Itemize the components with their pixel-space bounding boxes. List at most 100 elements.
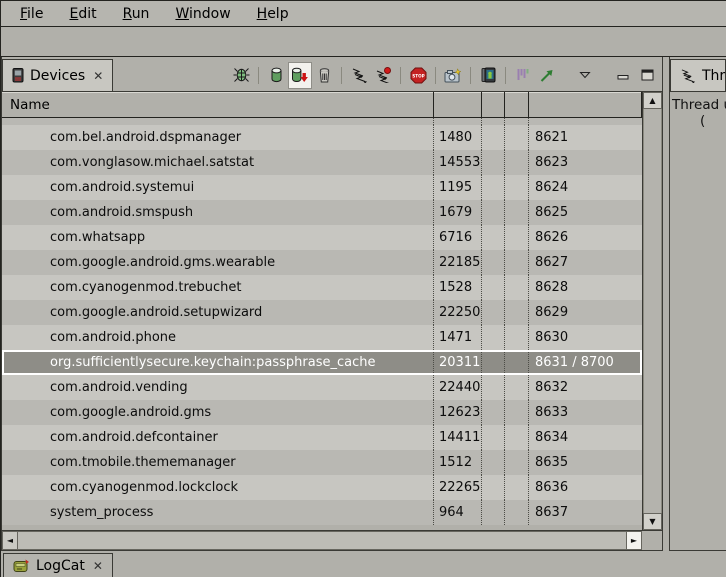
- column-header-name[interactable]: Name: [2, 92, 434, 117]
- threads-message: Thread up (: [670, 91, 726, 550]
- process-pid: 1679: [434, 200, 482, 225]
- column-header-port[interactable]: [529, 92, 642, 117]
- threads-tab-row: Threads: [670, 57, 726, 91]
- empty-cell: [505, 275, 529, 300]
- empty-cell: [505, 118, 529, 125]
- process-port: 8636: [529, 475, 642, 500]
- process-row[interactable]: com.vonglasow.michael.satstat 14553 8623: [2, 150, 642, 175]
- menu-item[interactable]: File: [7, 4, 56, 24]
- table-body: com.bel.android.dspmanager 1480 8621 com…: [2, 118, 642, 530]
- process-row[interactable]: com.whatsapp 6716 8626: [2, 225, 642, 250]
- column-header-pid[interactable]: [434, 92, 482, 117]
- empty-cell: [482, 175, 505, 200]
- empty-cell: [482, 225, 505, 250]
- empty-cell: [505, 250, 529, 275]
- view-menu-button[interactable]: [573, 62, 597, 89]
- column-header-empty[interactable]: [505, 92, 529, 117]
- process-row[interactable]: com.android.phone 1471 8630: [2, 325, 642, 350]
- process-row[interactable]: com.cyanogenmod.lockclock 22265 8636: [2, 475, 642, 500]
- process-pid: 1528: [434, 275, 482, 300]
- dump-hprof-button[interactable]: [288, 62, 312, 89]
- empty-cell: [505, 425, 529, 450]
- empty-cell: [529, 118, 642, 125]
- process-name: com.vonglasow.michael.satstat: [2, 150, 434, 175]
- process-row[interactable]: com.android.systemui 1195 8624: [2, 175, 642, 200]
- logcat-bar: LogCat ✕: [1, 551, 726, 577]
- tab-logcat[interactable]: LogCat ✕: [3, 553, 113, 577]
- process-name: com.google.android.gms.wearable: [2, 250, 434, 275]
- process-port: 8630: [529, 325, 642, 350]
- process-row[interactable]: com.android.smspush 1679 8625: [2, 200, 642, 225]
- process-row[interactable]: com.tmobile.thememanager 1512 8635: [2, 450, 642, 475]
- scrollbar-corner: [642, 531, 662, 550]
- process-row[interactable]: system_process 964 8637: [2, 500, 642, 525]
- empty-cell: [505, 375, 529, 400]
- menu-item[interactable]: Help: [244, 4, 302, 24]
- scroll-right-button[interactable]: ►: [626, 531, 642, 550]
- process-row[interactable]: com.cyanogenmod.trebuchet 1528 8628: [2, 275, 642, 300]
- empty-cell: [482, 118, 505, 125]
- scroll-down-button[interactable]: ▼: [643, 513, 662, 530]
- cause-gc-button[interactable]: [312, 62, 336, 89]
- process-row[interactable]: org.sufficientlysecure.keychain:passphra…: [2, 350, 642, 375]
- empty-cell: [434, 118, 482, 125]
- empty-cell: [505, 325, 529, 350]
- menu-item[interactable]: Window: [162, 4, 243, 24]
- empty-cell: [505, 500, 529, 525]
- green-arrow-icon: [539, 68, 555, 83]
- maximize-button[interactable]: [635, 62, 659, 89]
- process-row[interactable]: com.android.defcontainer 14411 8634: [2, 425, 642, 450]
- empty-cell: [482, 300, 505, 325]
- threads-message-line1: Thread up: [670, 97, 726, 113]
- scroll-up-button[interactable]: ▲: [643, 92, 662, 109]
- empty-cell: [482, 375, 505, 400]
- vertical-scrollbar[interactable]: ▲ ▼: [642, 92, 662, 530]
- stop-process-button[interactable]: STOP: [406, 62, 430, 89]
- process-row[interactable]: com.bel.android.dspmanager 1480 8621: [2, 125, 642, 150]
- toolbar-separator: [505, 67, 506, 84]
- process-row[interactable]: com.android.vending 22440 8632: [2, 375, 642, 400]
- device-view-button[interactable]: [476, 62, 500, 89]
- menu-item[interactable]: Run: [110, 4, 163, 24]
- minimize-button[interactable]: [611, 62, 635, 89]
- tab-devices-label: Devices: [30, 68, 85, 84]
- toolbar-strip: [1, 27, 726, 57]
- debug-process-button[interactable]: [229, 62, 253, 89]
- horizontal-scroll-thumb[interactable]: [18, 531, 626, 550]
- menu-item[interactable]: Edit: [56, 4, 109, 24]
- devices-toolbar: STOP: [229, 59, 662, 91]
- process-port: 8628: [529, 275, 642, 300]
- process-port: 8623: [529, 150, 642, 175]
- update-threads-button[interactable]: [347, 62, 371, 89]
- threads-profiling-icon: [375, 67, 392, 83]
- process-row[interactable]: com.google.android.gms.wearable 22185 86…: [2, 250, 642, 275]
- horizontal-scrollbar[interactable]: ◄ ►: [2, 531, 642, 550]
- empty-cell: [482, 125, 505, 150]
- empty-cell: [2, 118, 434, 125]
- tab-threads[interactable]: Threads: [670, 59, 726, 91]
- process-pid: 14411: [434, 425, 482, 450]
- empty-cell: [482, 275, 505, 300]
- tracking-button[interactable]: [535, 62, 559, 89]
- update-heap-button[interactable]: [264, 62, 288, 89]
- empty-cell: [482, 400, 505, 425]
- close-icon[interactable]: ✕: [93, 69, 103, 83]
- process-pid: 22440: [434, 375, 482, 400]
- process-row[interactable]: com.google.android.gms 12623 8633: [2, 400, 642, 425]
- process-table: Name: [2, 91, 662, 550]
- tab-devices[interactable]: Devices ✕: [2, 59, 113, 91]
- method-profiling-button[interactable]: [371, 62, 395, 89]
- empty-cell: [482, 350, 505, 375]
- column-header-empty[interactable]: [482, 92, 505, 117]
- toolbar-separator: [400, 67, 401, 84]
- scroll-left-button[interactable]: ◄: [2, 531, 18, 550]
- process-pid: 22250: [434, 300, 482, 325]
- devices-panel: Devices ✕: [1, 57, 663, 551]
- screen-capture-button[interactable]: [441, 62, 465, 89]
- empty-cell: [505, 400, 529, 425]
- close-icon[interactable]: ✕: [93, 559, 103, 573]
- capture-trace-button[interactable]: [511, 62, 535, 89]
- vertical-scroll-thumb[interactable]: [643, 109, 662, 513]
- process-row[interactable]: com.google.android.setupwizard 22250 862…: [2, 300, 642, 325]
- process-pid: 1471: [434, 325, 482, 350]
